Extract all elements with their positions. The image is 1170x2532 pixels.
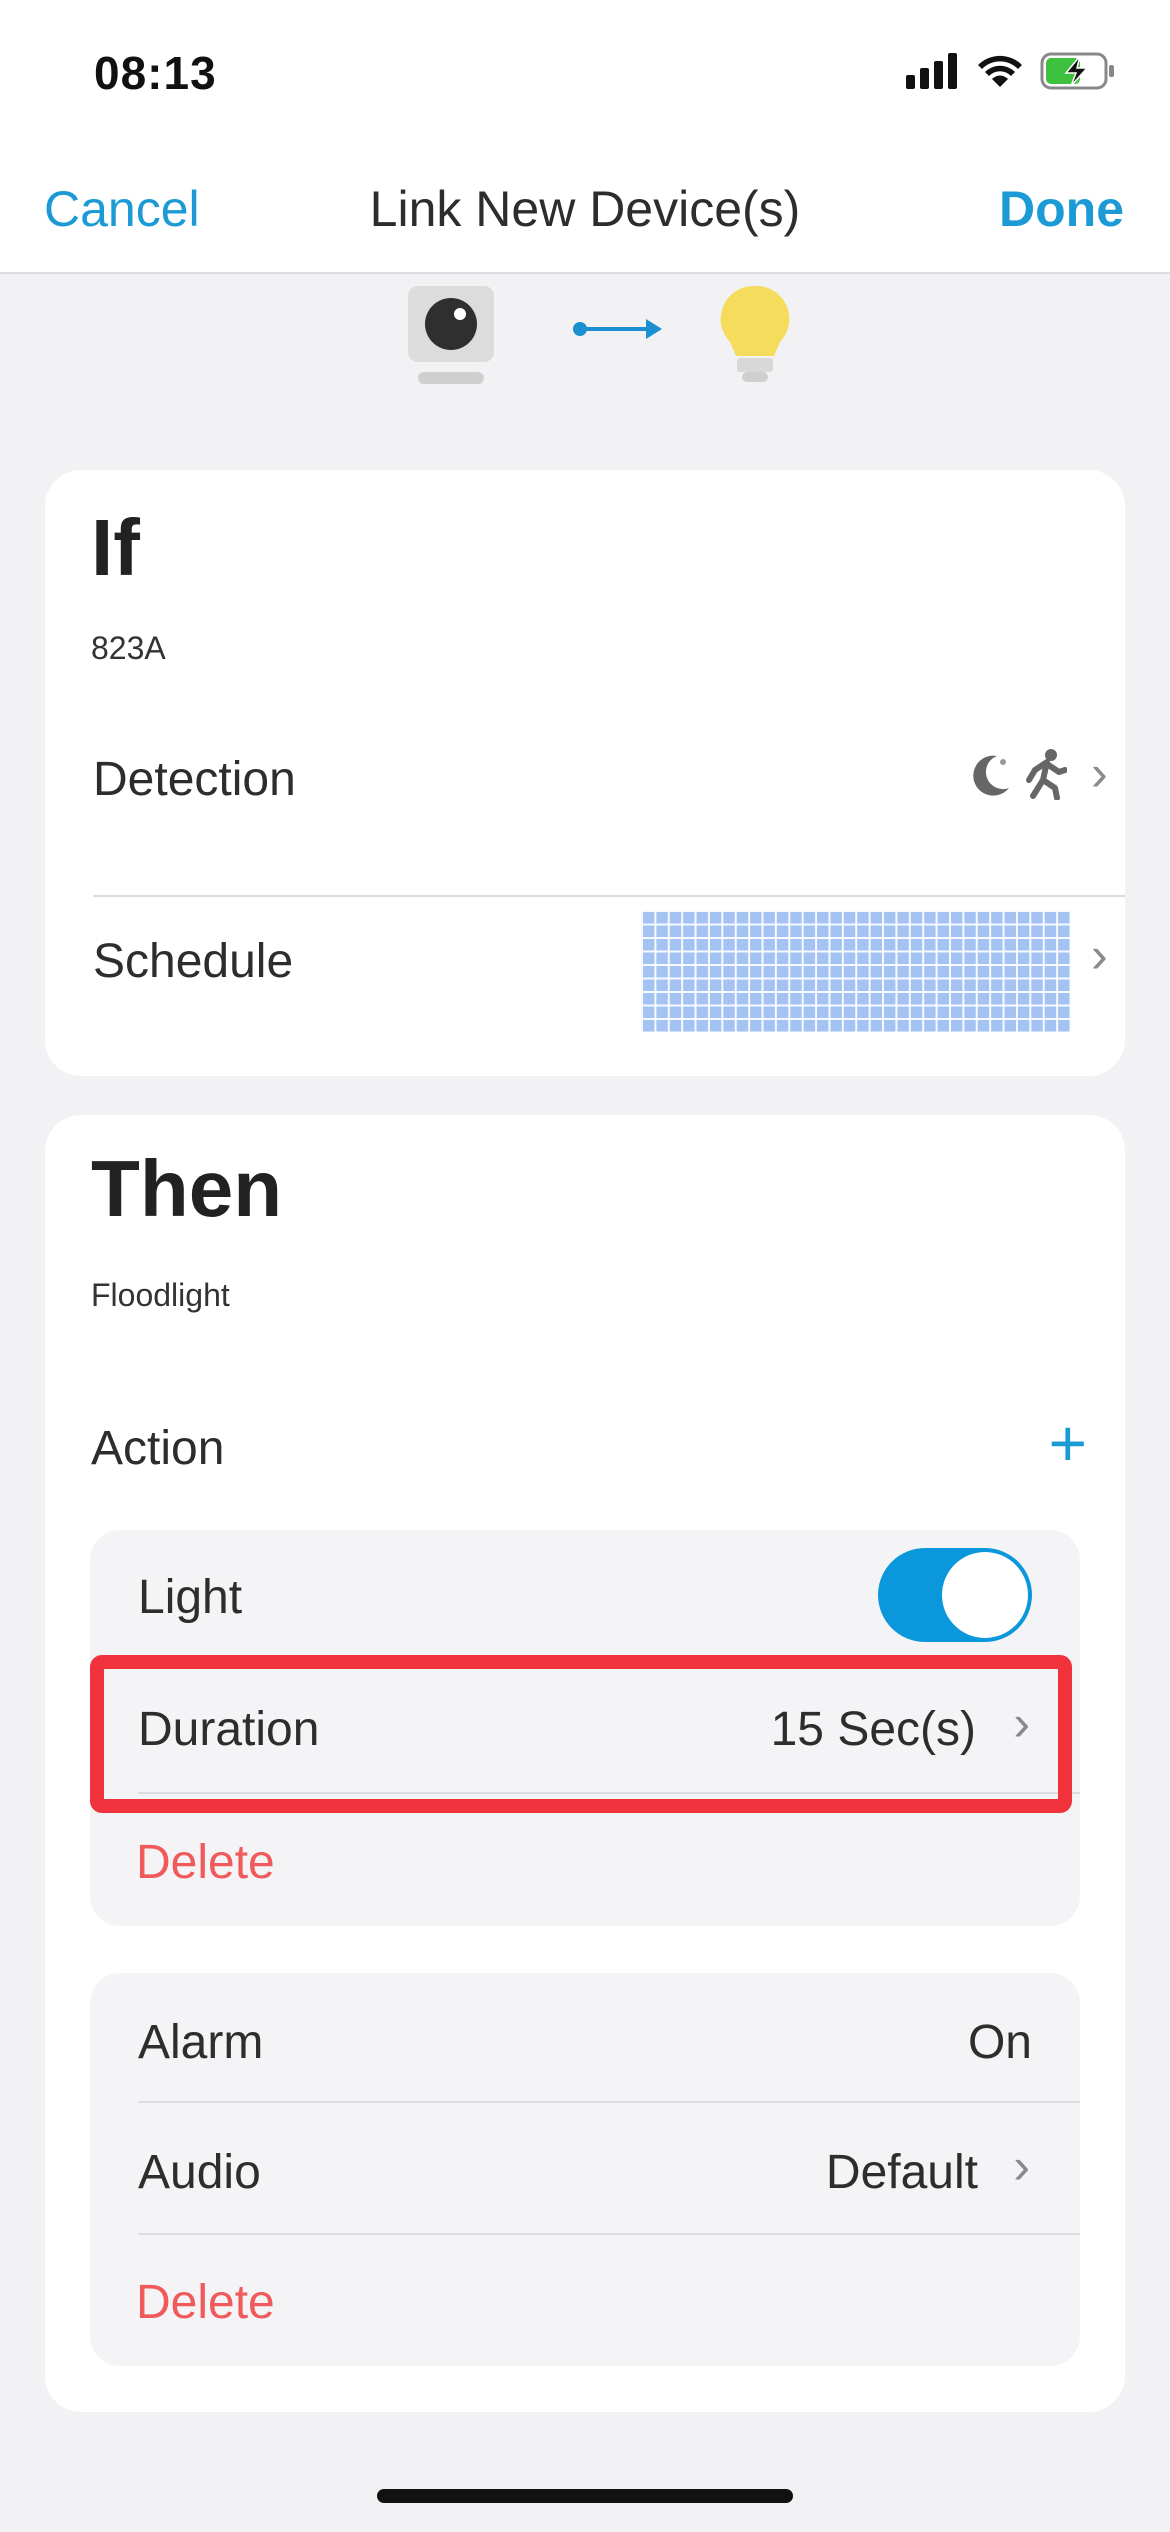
divider [138,2233,1080,2235]
audio-chevron-icon: › [1013,2138,1030,2194]
divider [138,1792,1080,1794]
arrow-right-icon [573,319,662,339]
alarm-action-group: Alarm On Audio Default › Delete [90,1973,1080,2366]
nav-bar: Cancel Link New Device(s) Done [0,150,1170,274]
battery-charging-icon [1040,52,1114,90]
cellular-signal-icon [906,53,957,89]
schedule-label: Schedule [93,935,294,988]
detection-label: Detection [93,753,296,806]
toggle-knob [942,1552,1028,1638]
light-action-group: Light Duration 15 Sec(s) › Delete [90,1530,1080,1926]
if-card: If 823A Detection › Schedule › [45,470,1125,1076]
if-heading: If [91,503,140,592]
audio-label: Audio [138,2146,261,2199]
status-icons [906,52,1116,90]
then-card: Then Floodlight Action + Light Duration … [45,1115,1125,2412]
alarm-label: Alarm [138,2016,264,2069]
detection-chevron-icon: › [1091,745,1108,801]
lightbulb-icon [720,286,790,382]
motion-person-icon [1026,749,1067,800]
action-label: Action [91,1422,225,1475]
duration-chevron-icon: › [1013,1695,1030,1751]
detection-row[interactable]: Detection › [93,722,1125,902]
then-heading: Then [91,1144,283,1233]
device-link-visual [0,280,1170,390]
light-label: Light [138,1571,243,1624]
alarm-row[interactable]: Alarm On [90,1973,1080,2103]
night-vision-icon [973,755,1009,796]
delete-light-button[interactable]: Delete [136,1835,275,1890]
duration-row[interactable]: Duration 15 Sec(s) › [90,1662,1080,1792]
light-toggle[interactable] [878,1548,1032,1642]
audio-value: Default [825,2146,978,2199]
divider [93,895,1125,897]
wifi-icon [978,55,1022,87]
home-indicator [377,2489,793,2503]
delete-alarm-button[interactable]: Delete [136,2275,275,2330]
plus-icon[interactable]: + [1048,1405,1087,1481]
if-device-name: 823A [91,630,166,666]
status-bar: 08:13 [0,0,1170,150]
schedule-grid-preview [641,910,1071,1032]
page-title: Link New Device(s) [369,181,801,237]
done-button[interactable]: Done [999,180,1124,238]
then-device-name: Floodlight [91,1277,230,1313]
schedule-chevron-icon: › [1091,927,1108,983]
alarm-value: On [967,2016,1032,2069]
audio-row[interactable]: Audio Default › [90,2103,1080,2233]
schedule-row[interactable]: Schedule › [93,902,1125,1082]
duration-label: Duration [138,1703,320,1756]
duration-value: 15 Sec(s) [770,1703,976,1756]
camera-icon [408,286,494,384]
status-time: 08:13 [94,47,217,99]
